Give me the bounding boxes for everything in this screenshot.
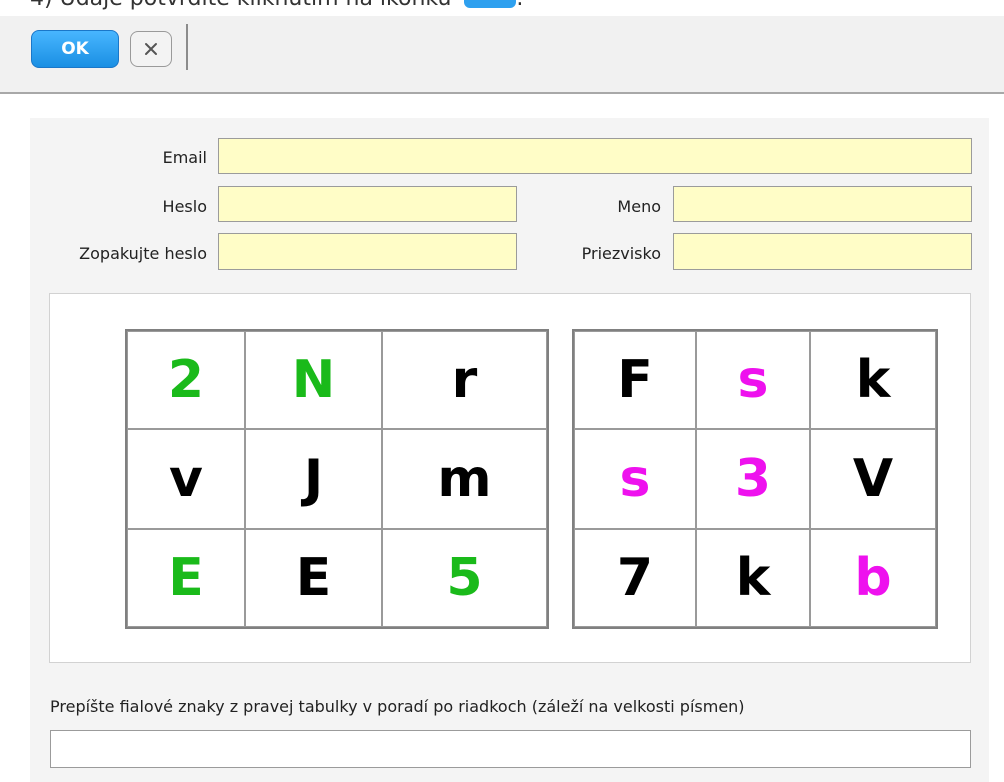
captcha-cell: F [574, 331, 696, 429]
step-number: 4) [0, 0, 53, 11]
captcha-cell: v [127, 429, 245, 529]
ok-button[interactable]: OK [31, 30, 119, 68]
captcha-cell: E [127, 529, 245, 627]
captcha-cell: k [810, 331, 936, 429]
captcha-table-left: 2 N r v J m E E 5 [125, 329, 549, 629]
last-name-label: Priezvisko [581, 244, 661, 263]
toolbar: OK [0, 16, 1004, 94]
email-field[interactable] [218, 138, 972, 174]
first-name-label: Meno [617, 197, 661, 216]
captcha-cell: N [245, 331, 382, 429]
captcha-cell: 7 [574, 529, 696, 627]
ok-button-icon [464, 0, 517, 8]
captcha-cell: k [696, 529, 810, 627]
step-text: Údaje potvrdíte kliknutím na ikonku [60, 0, 452, 11]
instruction-step-text: 4) Údaje potvrdíte kliknutím na ikonku . [0, 0, 1004, 16]
captcha-cell: J [245, 429, 382, 529]
first-name-field[interactable] [673, 186, 972, 222]
captcha-cell: E [245, 529, 382, 627]
captcha-cell: m [382, 429, 547, 529]
captcha-instruction: Prepíšte fialové znaky z pravej tabulky … [50, 697, 745, 716]
email-label: Email [162, 148, 207, 167]
captcha-cell: s [574, 429, 696, 529]
captcha-cell: 2 [127, 331, 245, 429]
captcha-cell: s [696, 331, 810, 429]
last-name-field[interactable] [673, 233, 972, 270]
toolbar-separator [186, 24, 188, 70]
captcha-cell: V [810, 429, 936, 529]
captcha-cell: 5 [382, 529, 547, 627]
password-label: Heslo [162, 197, 207, 216]
captcha-cell: 3 [696, 429, 810, 529]
captcha-cell: b [810, 529, 936, 627]
close-button[interactable] [130, 31, 172, 67]
captcha-answer-input[interactable] [50, 730, 971, 768]
captcha-cell: r [382, 331, 547, 429]
password-field[interactable] [218, 186, 517, 222]
repeat-password-field[interactable] [218, 233, 517, 270]
repeat-password-label: Zopakujte heslo [79, 244, 207, 263]
captcha-table-right: F s k s 3 V 7 k b [572, 329, 938, 629]
close-icon [145, 43, 157, 55]
